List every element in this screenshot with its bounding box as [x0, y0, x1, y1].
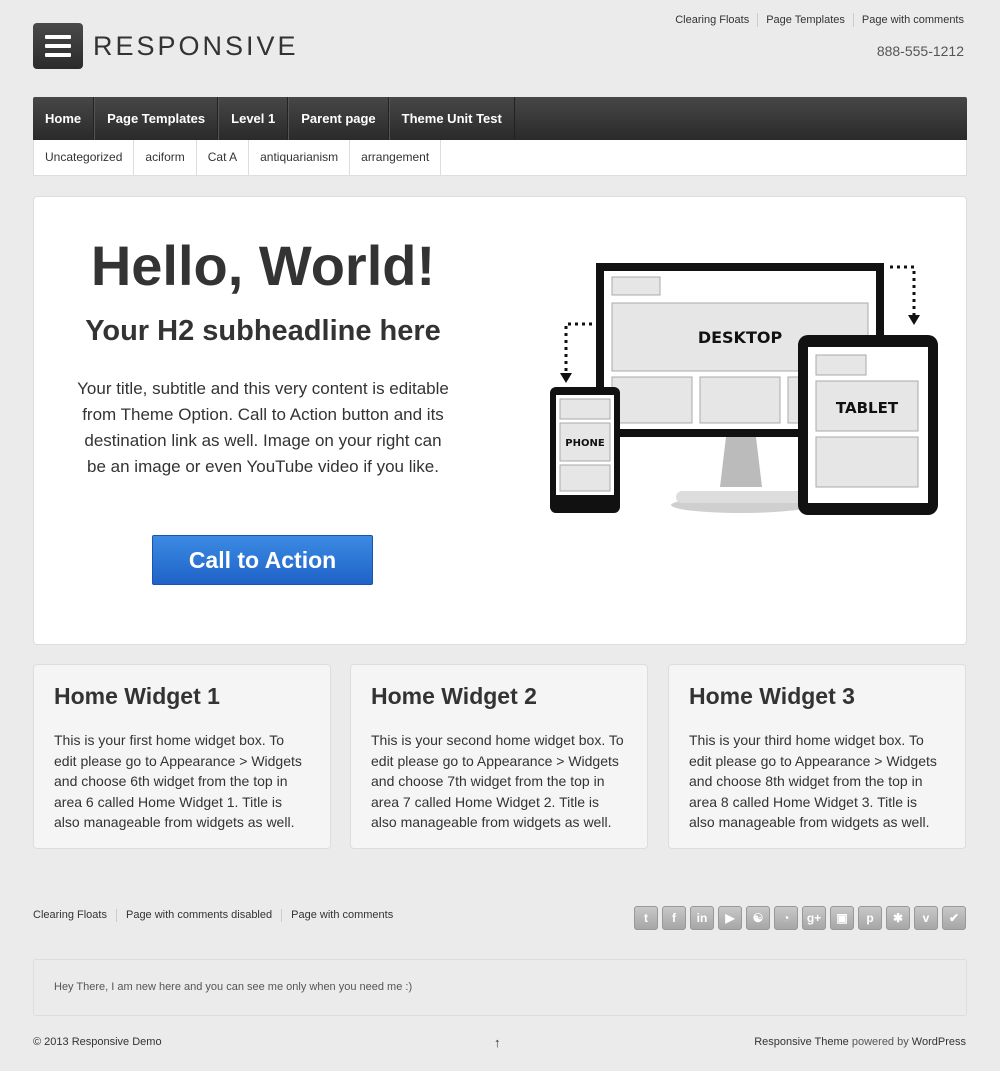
call-to-action-button[interactable]: Call to Action [152, 535, 373, 585]
top-link-page-with-comments[interactable]: Page with comments [852, 13, 964, 27]
yelp-icon[interactable]: ✱ [886, 906, 910, 930]
youtube-icon[interactable]: ▶ [718, 906, 742, 930]
svg-text:PHONE: PHONE [565, 438, 605, 449]
subnav-antiquarianism[interactable]: antiquarianism [249, 140, 351, 175]
wordpress-link[interactable]: WordPress [912, 1036, 966, 1048]
widget-title: Home Widget 2 [371, 683, 537, 709]
powered-by: Responsive Theme powered by WordPress [754, 1036, 966, 1048]
nav-parent-page[interactable]: Parent page [288, 97, 389, 140]
social-icons: t f in ▶ ☯ ◔ g+ ▣ p ✱ v ✔ [634, 906, 966, 930]
widget-body: This is your third home widget box. To e… [689, 732, 937, 830]
main-nav: Home Page Templates Level 1 Parent page … [33, 97, 967, 140]
widget-title: Home Widget 1 [54, 683, 220, 709]
featured-body: Your title, subtitle and this very conte… [77, 379, 449, 476]
home-widget-1: Home Widget 1 This is your first home wi… [33, 664, 331, 849]
featured-title: Hello, World! [90, 234, 436, 297]
footer-link-page-with-comments[interactable]: Page with comments [281, 909, 402, 922]
foursquare-icon[interactable]: ✔ [942, 906, 966, 930]
theme-link[interactable]: Responsive Theme [754, 1036, 849, 1048]
responsive-devices-image: DESKTOP TABLET PHONE [526, 247, 946, 527]
logo-text: RESPONSIVE [93, 30, 299, 61]
googleplus-icon[interactable]: g+ [802, 906, 826, 930]
nav-theme-unit-test[interactable]: Theme Unit Test [388, 97, 515, 140]
top-menu: Clearing Floats Page Templates Page with… [667, 13, 964, 27]
svg-text:TABLET: TABLET [836, 399, 899, 417]
menu-icon [33, 23, 83, 69]
nav-level-1[interactable]: Level 1 [218, 97, 289, 140]
twitter-icon[interactable]: t [634, 906, 658, 930]
pinterest-icon[interactable]: p [858, 906, 882, 930]
rss-icon[interactable]: ◔ [774, 906, 798, 930]
widget-title: Home Widget 3 [689, 683, 855, 709]
vimeo-icon[interactable]: v [914, 906, 938, 930]
linkedin-icon[interactable]: in [690, 906, 714, 930]
footer-link-comments-disabled[interactable]: Page with comments disabled [115, 909, 281, 922]
widget-body: This is your second home widget box. To … [371, 732, 624, 830]
top-link-page-templates[interactable]: Page Templates [757, 13, 853, 27]
featured-content: Hello, World! Your H2 subheadline here Y… [33, 196, 967, 645]
footer-notice: Hey There, I am new here and you can see… [33, 959, 967, 1016]
powered-by-text: powered by [851, 1036, 909, 1048]
home-widget-3: Home Widget 3 This is your third home wi… [668, 664, 966, 849]
widget-body: This is your first home widget box. To e… [54, 732, 302, 830]
phone-number: 888-555-1212 [876, 43, 964, 59]
sub-nav: Uncategorized aciform Cat A antiquariani… [33, 140, 967, 176]
scroll-top-link[interactable]: ↑ [494, 1035, 501, 1050]
subnav-cat-a[interactable]: Cat A [197, 140, 250, 175]
top-link-clearing-floats[interactable]: Clearing Floats [667, 13, 757, 27]
featured-subtitle: Your H2 subheadline here [85, 315, 441, 347]
home-widget-2: Home Widget 2 This is your second home w… [350, 664, 648, 849]
facebook-icon[interactable]: f [662, 906, 686, 930]
subnav-uncategorized[interactable]: Uncategorized [34, 140, 135, 175]
subnav-aciform[interactable]: aciform [134, 140, 197, 175]
svg-text:DESKTOP: DESKTOP [698, 328, 783, 347]
instagram-icon[interactable]: ▣ [830, 906, 854, 930]
nav-home[interactable]: Home [33, 97, 95, 140]
footer-menu: Clearing Floats Page with comments disab… [33, 909, 402, 922]
site-logo[interactable]: RESPONSIVE [33, 23, 299, 69]
stumbleupon-icon[interactable]: ☯ [746, 906, 770, 930]
subnav-arrangement[interactable]: arrangement [350, 140, 442, 175]
footer-link-clearing-floats[interactable]: Clearing Floats [33, 909, 116, 922]
copyright: © 2013 Responsive Demo [33, 1036, 162, 1048]
nav-page-templates[interactable]: Page Templates [94, 97, 219, 140]
